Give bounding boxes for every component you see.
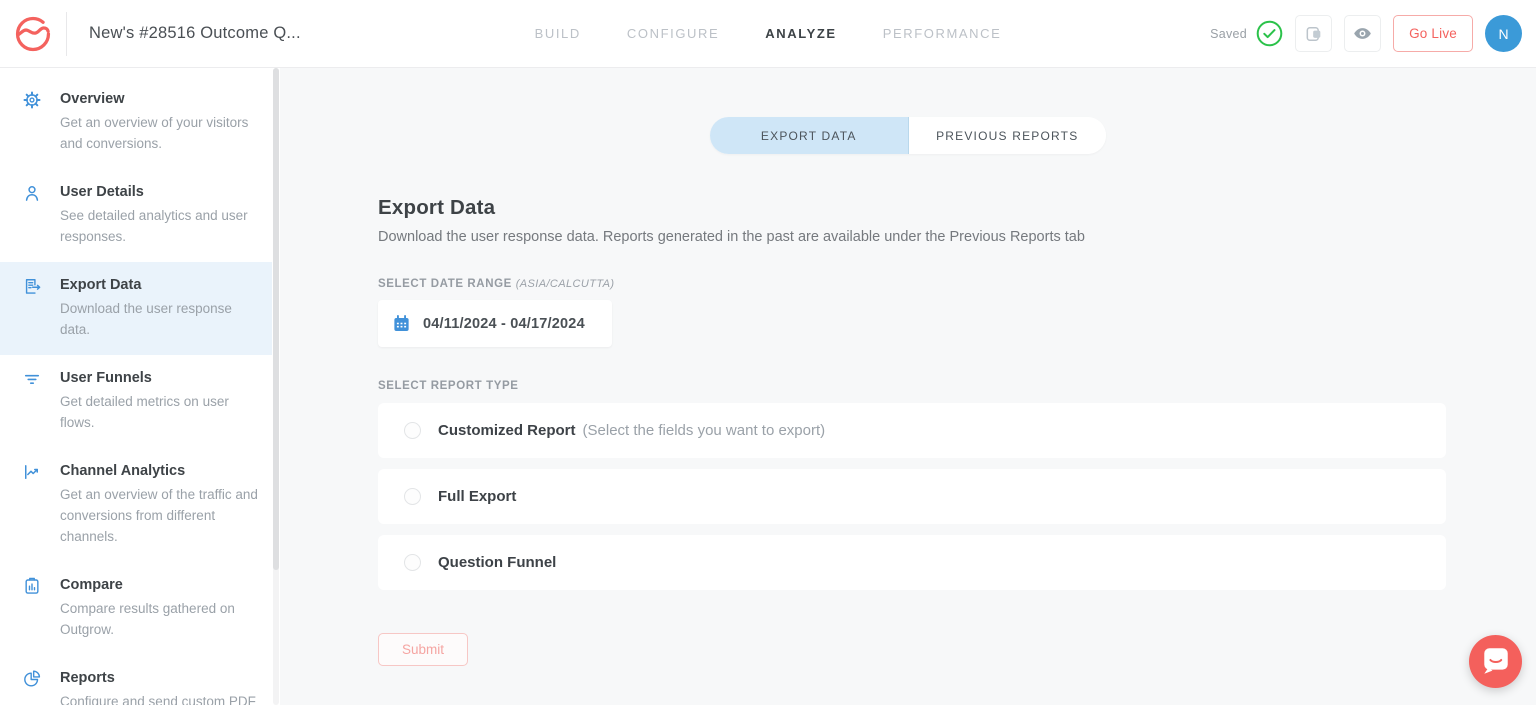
timezone-label: (ASIA/CALCUTTA)	[516, 278, 615, 290]
option-hint: (Select the fields you want to export)	[583, 422, 826, 439]
sidebar-item-description: Configure and send custom PDF reports.	[60, 691, 262, 705]
radio-customized-report[interactable]	[404, 422, 421, 439]
calendar-icon	[392, 314, 411, 333]
sidebar-item-reports[interactable]: Reports Configure and send custom PDF re…	[0, 655, 272, 705]
option-full-export[interactable]: Full Export	[378, 469, 1446, 524]
sidebar-item-description: Compare results gathered on Outgrow.	[60, 598, 262, 640]
analyze-tab-pill: EXPORT DATA PREVIOUS REPORTS	[710, 117, 1106, 154]
duplicate-icon	[1304, 24, 1324, 44]
option-label: Full Export	[438, 488, 516, 505]
document-export-icon	[22, 275, 60, 340]
report-type-options: Customized Report (Select the fields you…	[378, 403, 1446, 590]
top-header: New's #28516 Outcome Q... BUILD CONFIGUR…	[0, 0, 1536, 68]
sidebar-item-compare[interactable]: Compare Compare results gathered on Outg…	[0, 562, 272, 655]
sidebar-item-label: User Funnels	[60, 368, 262, 388]
sidebar-item-export-data[interactable]: Export Data Download the user response d…	[0, 262, 272, 355]
header-divider	[66, 12, 67, 56]
gear-icon	[22, 89, 60, 154]
chat-launcher-button[interactable]	[1469, 635, 1522, 688]
sidebar-items: Overview Get an overview of your visitor…	[0, 68, 272, 705]
sidebar-item-description: Get an overview of the traffic and conve…	[60, 484, 262, 547]
report-type-label: SELECT REPORT TYPE	[378, 380, 1446, 392]
go-live-button[interactable]: Go Live	[1393, 15, 1473, 52]
sidebar-item-description: Get an overview of your visitors and con…	[60, 112, 262, 154]
sidebar-item-description: See detailed analytics and user response…	[60, 205, 262, 247]
sidebar-item-overview[interactable]: Overview Get an overview of your visitor…	[0, 76, 272, 169]
date-range-picker[interactable]: 04/11/2024 - 04/17/2024	[378, 300, 612, 347]
tab-previous-reports[interactable]: PREVIOUS REPORTS	[909, 117, 1107, 154]
sidebar-item-label: Compare	[60, 575, 262, 595]
app-window: New's #28516 Outcome Q... BUILD CONFIGUR…	[0, 0, 1536, 705]
sidebar: Overview Get an overview of your visitor…	[0, 68, 280, 705]
compare-clipboard-icon	[22, 575, 60, 640]
sidebar-item-label: Overview	[60, 89, 262, 109]
nav-tab-analyze[interactable]: ANALYZE	[765, 26, 836, 41]
user-icon	[22, 182, 60, 247]
main-panel: EXPORT DATA PREVIOUS REPORTS Export Data…	[280, 68, 1536, 705]
outgrow-logo[interactable]	[0, 14, 66, 54]
option-label: Question Funnel	[438, 554, 556, 571]
nav-tab-configure[interactable]: CONFIGURE	[627, 26, 719, 41]
duplicate-button[interactable]	[1295, 15, 1332, 52]
sidebar-scrollbar-thumb[interactable]	[273, 68, 279, 570]
tab-export-data[interactable]: EXPORT DATA	[710, 117, 909, 154]
radio-full-export[interactable]	[404, 488, 421, 505]
nav-tab-build[interactable]: BUILD	[535, 26, 581, 41]
sidebar-item-channel-analytics[interactable]: Channel Analytics Get an overview of the…	[0, 448, 272, 562]
export-data-section: Export Data Download the user response d…	[280, 154, 1536, 666]
sidebar-item-label: Channel Analytics	[60, 461, 262, 481]
pie-chart-icon	[22, 668, 60, 705]
outgrow-logo-icon	[13, 14, 53, 54]
saved-status: Saved	[1210, 20, 1283, 47]
sidebar-item-label: Reports	[60, 668, 262, 688]
sidebar-item-description: Download the user response data.	[60, 298, 262, 340]
date-range-value: 04/11/2024 - 04/17/2024	[423, 316, 585, 332]
sidebar-item-user-funnels[interactable]: User Funnels Get detailed metrics on use…	[0, 355, 272, 448]
chat-bubble-icon	[1469, 635, 1522, 688]
page-title: Export Data	[378, 196, 1446, 220]
date-range-label: SELECT DATE RANGE (ASIA/CALCUTTA)	[378, 278, 1446, 290]
preview-button[interactable]	[1344, 15, 1381, 52]
saved-check-icon	[1256, 20, 1283, 47]
option-label: Customized Report	[438, 422, 576, 439]
sidebar-item-description: Get detailed metrics on user flows.	[60, 391, 262, 433]
header-actions: Saved Go Live N	[1210, 15, 1522, 52]
page-subtitle: Download the user response data. Reports…	[378, 229, 1446, 245]
eye-icon	[1352, 23, 1373, 44]
sidebar-item-label: User Details	[60, 182, 262, 202]
line-chart-icon	[22, 461, 60, 547]
radio-question-funnel[interactable]	[404, 554, 421, 571]
nav-tab-performance[interactable]: PERFORMANCE	[883, 26, 1002, 41]
sidebar-item-label: Export Data	[60, 275, 262, 295]
top-nav: BUILD CONFIGURE ANALYZE PERFORMANCE	[535, 26, 1002, 41]
option-question-funnel[interactable]: Question Funnel	[378, 535, 1446, 590]
funnel-icon	[22, 368, 60, 433]
submit-button[interactable]: Submit	[378, 633, 468, 666]
avatar[interactable]: N	[1485, 15, 1522, 52]
saved-status-label: Saved	[1210, 27, 1247, 41]
document-title[interactable]: New's #28516 Outcome Q...	[89, 24, 301, 43]
sidebar-item-user-details[interactable]: User Details See detailed analytics and …	[0, 169, 272, 262]
option-customized-report[interactable]: Customized Report (Select the fields you…	[378, 403, 1446, 458]
